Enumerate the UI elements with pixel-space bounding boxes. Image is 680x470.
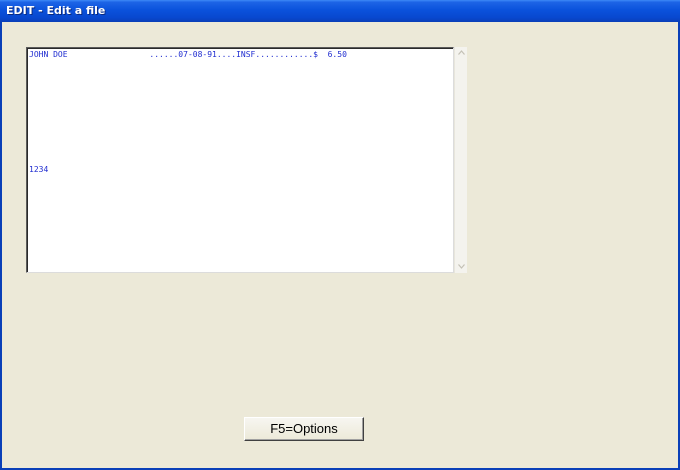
vertical-scrollbar[interactable]: [454, 47, 467, 273]
window-title: EDIT - Edit a file: [6, 4, 106, 17]
chevron-up-icon[interactable]: [455, 47, 467, 59]
editor-line[interactable]: 1234: [29, 165, 48, 175]
editor-line[interactable]: JOHN DOE ......07-08-91....INSF.........…: [29, 50, 347, 60]
edit-window: EDIT - Edit a file JOHN DOE ......07-08-…: [0, 0, 680, 470]
file-editor-textarea[interactable]: JOHN DOE ......07-08-91....INSF.........…: [26, 47, 454, 273]
options-button[interactable]: F5=Options: [244, 417, 364, 441]
title-bar[interactable]: EDIT - Edit a file: [0, 0, 680, 22]
chevron-down-icon[interactable]: [455, 261, 467, 273]
